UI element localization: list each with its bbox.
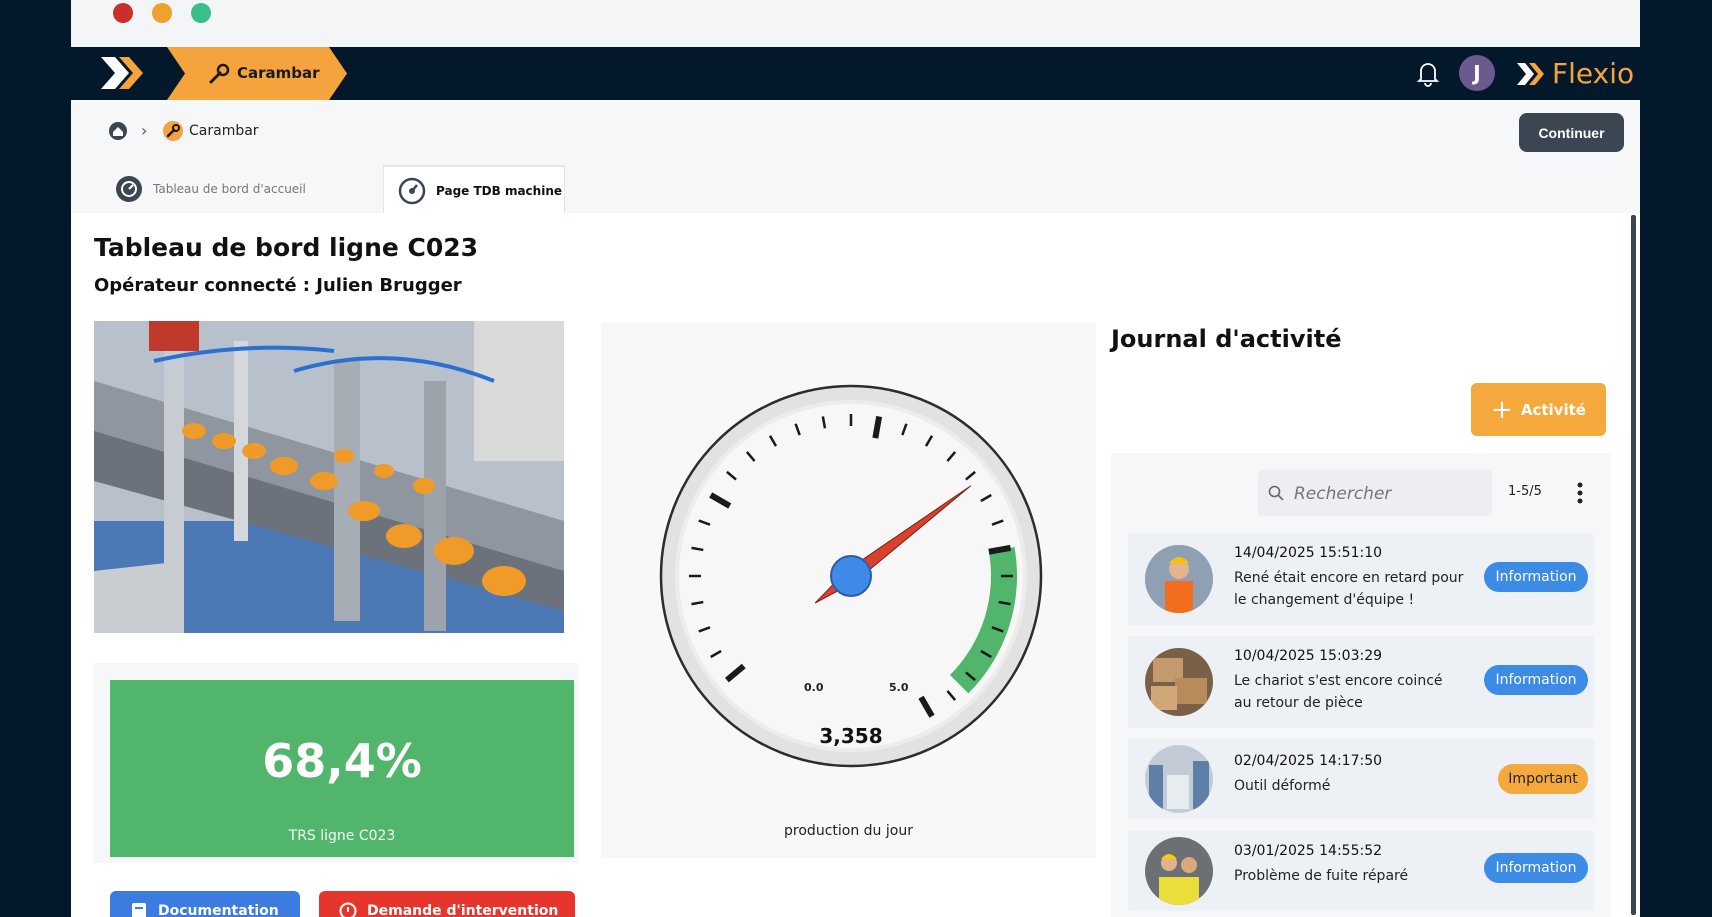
gauge-icon [398,177,426,205]
add-activity-button[interactable]: + Activité [1471,383,1606,436]
important-badge: Important [1498,764,1588,794]
gauge-hub [830,555,872,597]
gauge-scale-high: 5.0 [889,681,909,694]
information-badge: Information [1484,665,1588,695]
kpi-label: TRS ligne C023 [288,828,396,844]
trs-kpi-tile[interactable]: 68,4% TRS ligne C023 [110,680,574,857]
gauge-caption: production du jour [784,823,913,839]
documentation-button[interactable]: Documentation [110,891,300,917]
operator-label: Opérateur connecté : Julien Brugger [94,275,462,296]
intervention-request-button[interactable]: Demande d'intervention [319,891,575,917]
production-line-image [94,321,564,633]
home-icon[interactable] [107,120,129,142]
chevron-right-icon: › [141,121,148,140]
information-badge: Information [1484,562,1588,592]
technicians-photo [1145,837,1213,905]
wrench-icon [163,121,183,141]
continue-button[interactable]: Continuer [1519,113,1624,152]
minimize-window-button[interactable] [152,3,172,23]
boxes-photo [1145,648,1213,716]
entry-text: Problème de fuite réparé [1234,868,1409,884]
search-input[interactable] [1292,478,1486,510]
entry-text: Outil déformé [1234,778,1331,794]
page-scrollbar[interactable] [1631,215,1636,915]
production-gauge: 0.0 5.0 3,358 [659,384,1043,768]
bell-icon[interactable] [1414,58,1442,88]
entry-date: 02/04/2025 14:17:50 [1234,753,1383,769]
entry-date: 14/04/2025 15:51:10 [1234,545,1383,561]
activity-journal: 1-5/5 14/04/2025 15:51:10 René était enc… [1111,453,1611,917]
flexio-mark-icon [1517,63,1544,85]
journal-title: Journal d'activité [1111,325,1342,353]
worker-photo [1145,545,1213,613]
activity-entry[interactable]: 02/04/2025 14:17:50 Outil déformé Import… [1128,739,1594,819]
breadcrumb-current[interactable]: Carambar [189,123,259,139]
tab-label: Page TDB machine [436,184,562,198]
gauge-value: 3,358 [819,724,882,748]
intervention-label: Demande d'intervention [367,903,559,917]
kpi-card: 68,4% TRS ligne C023 [94,663,579,863]
tab-page-tdb-machine[interactable]: Page TDB machine [383,165,565,215]
app-tab-label: Carambar [237,64,320,82]
entry-date: 03/01/2025 14:55:52 [1234,843,1383,859]
dashboard-icon [116,176,142,202]
information-badge: Information [1484,853,1588,883]
close-window-button[interactable] [113,3,133,23]
window-titlebar [71,0,1640,47]
tab-tableau-de-bord-accueil[interactable]: Tableau de bord d'accueil [101,165,371,213]
alarm-icon [339,902,357,917]
gauge-major-tick [988,544,1012,555]
more-options-icon[interactable] [1577,481,1583,505]
gauge-major-tick [872,415,883,439]
warehouse-photo [1145,745,1213,813]
maximize-window-button[interactable] [191,3,211,23]
kpi-value: 68,4% [262,734,422,788]
add-activity-label: Activité [1520,400,1586,419]
user-avatar[interactable]: J [1459,55,1495,91]
production-gauge-panel: 0.0 5.0 3,358 [601,323,1096,858]
entry-text: René était encore en retard pour le chan… [1234,570,1464,608]
app-tab-carambar[interactable]: Carambar [167,47,347,100]
activity-entry[interactable]: 14/04/2025 15:51:10 René était encore en… [1128,533,1594,625]
entry-text: Le chariot s'est encore coincé au retour… [1234,673,1443,711]
entry-date: 10/04/2025 15:03:29 [1234,648,1383,664]
flexio-logo-icon[interactable] [99,53,151,93]
page-title: Tableau de bord ligne C023 [94,233,479,262]
app-window: Carambar J Flexio › Carambar Continuer T… [71,0,1640,917]
gauge-scale-low: 0.0 [804,681,824,694]
search-icon [1268,485,1284,501]
pagination-label: 1-5/5 [1508,484,1542,499]
brand-logo: Flexio [1516,57,1636,91]
main-content: Tableau de bord ligne C023 Opérateur con… [71,213,1640,917]
brand-name: Flexio [1552,57,1635,90]
activity-entry[interactable]: 03/01/2025 14:55:52 Problème de fuite ré… [1128,831,1594,911]
search-box[interactable] [1258,470,1492,516]
tab-label: Tableau de bord d'accueil [153,182,306,196]
documentation-label: Documentation [158,903,279,917]
wrench-icon [209,63,230,84]
plus-icon: + [1491,394,1513,425]
top-navbar: Carambar J Flexio [71,47,1640,100]
activity-entry[interactable]: 10/04/2025 15:03:29 Le chariot s'est enc… [1128,636,1594,728]
document-icon [132,903,146,917]
